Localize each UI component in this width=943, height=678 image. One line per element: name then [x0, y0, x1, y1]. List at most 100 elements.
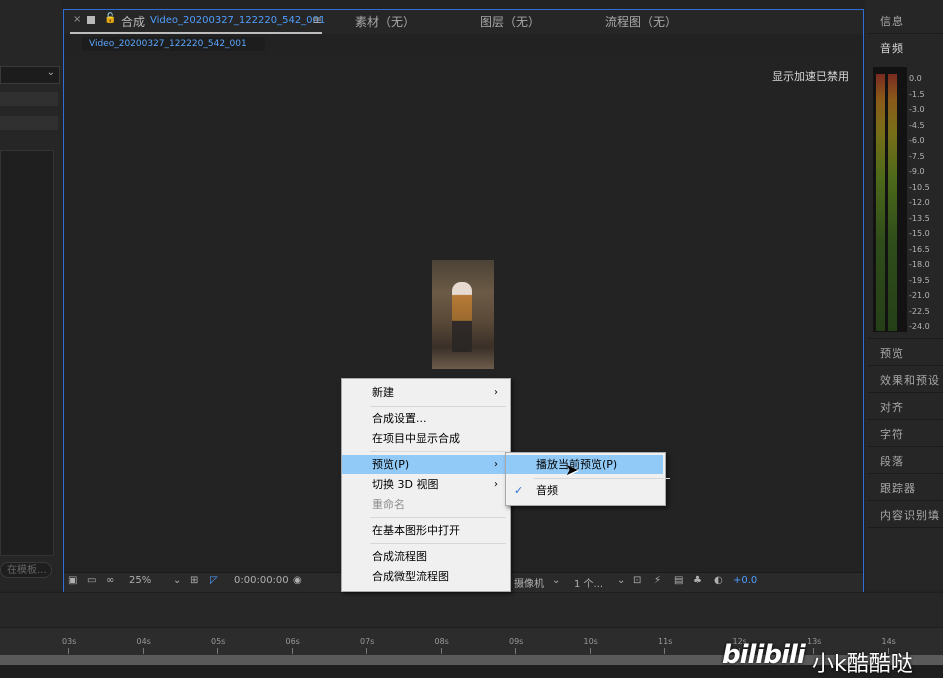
ruler-label: 05s — [211, 637, 226, 646]
project-bar — [0, 116, 58, 130]
accel-status: 显示加速已禁用 — [772, 70, 849, 83]
panel-audio[interactable]: 音频 — [880, 40, 904, 56]
ruler-tick — [515, 648, 516, 654]
db-tick-label: -22.5 — [909, 306, 930, 316]
menu-item-new[interactable]: 新建 › — [342, 383, 508, 402]
db-tick-label: -4.5 — [909, 120, 925, 130]
db-tick-label: -18.0 — [909, 260, 930, 269]
db-tick-label: -21.0 — [909, 291, 930, 300]
tab-composition-label: 合成 — [121, 15, 146, 29]
db-tick-label: -6.0 — [909, 136, 925, 145]
ruler-label: 14s — [881, 637, 896, 646]
menu-item-rename: 重命名 — [372, 498, 405, 511]
chevron-right-icon: › — [494, 459, 498, 470]
panel-info[interactable]: 信息 — [880, 13, 904, 29]
ruler-label: 06s — [285, 637, 300, 646]
chevron-down-icon[interactable]: ⌄ — [552, 575, 560, 586]
region-icon[interactable]: ◸ — [210, 575, 218, 586]
db-tick-label: -24.0 — [909, 322, 930, 331]
flowchart-icon[interactable]: ♣ — [693, 575, 702, 586]
exposure-icon[interactable]: ◐ — [714, 575, 723, 586]
menu-item-comp-settings[interactable]: 合成设置... — [342, 409, 508, 428]
always-preview-icon[interactable]: ▣ — [68, 575, 77, 586]
chevron-down-icon[interactable]: ⌄ — [173, 575, 181, 586]
panel-align[interactable]: 对齐 — [880, 399, 904, 415]
grid-icon[interactable]: ⊞ — [190, 575, 198, 586]
lock-icon[interactable]: 🔓 — [104, 13, 116, 24]
ruler-label: 07s — [360, 637, 375, 646]
watermark-author: 小k酷酷哒 — [812, 652, 913, 677]
ruler-tick — [589, 648, 591, 654]
db-tick-label: -3.0 — [909, 105, 925, 114]
comp-subtab[interactable]: Video_20200327_122220_542_001 — [82, 37, 265, 51]
monitor-icon[interactable]: ▭ — [87, 575, 96, 586]
db-tick-label: -9.0 — [909, 167, 925, 176]
template-search-input[interactable]: 在模板... — [0, 562, 52, 578]
db-tick-label: -7.5 — [909, 151, 925, 161]
menu-separator — [370, 451, 506, 452]
db-tick-label: 0.0 — [909, 74, 922, 83]
divider — [868, 392, 943, 393]
tab-footage[interactable]: 素材（无） — [355, 13, 415, 30]
fast-preview-icon[interactable]: ⚡ — [654, 575, 661, 586]
tab-composition-name[interactable]: Video_20200327_122220_542_001 — [150, 15, 325, 26]
project-dropdown[interactable]: ⌄ — [0, 66, 60, 84]
panel-character[interactable]: 字符 — [880, 426, 904, 442]
views-select[interactable]: 1 个... — [574, 575, 603, 590]
mouse-cursor-icon: ➤ — [565, 460, 579, 479]
divider — [868, 33, 943, 34]
menu-item-label: 切换 3D 视图 — [372, 478, 439, 491]
panel-tracker[interactable]: 跟踪器 — [880, 480, 916, 496]
ruler-tick — [664, 648, 665, 654]
menu-separator — [370, 517, 506, 518]
divider — [868, 365, 943, 366]
preview-submenu: 播放当前预览(P) ✓ 音频 — [505, 452, 670, 506]
chevron-down-icon[interactable]: ⌄ — [617, 575, 625, 586]
camera-snapshot-icon[interactable]: ◉ — [293, 575, 302, 586]
toggle-transparency-icon[interactable]: ⊡ — [633, 575, 641, 586]
timecode[interactable]: 0:00:00:00 — [234, 575, 289, 586]
menu-item-reveal-in-project[interactable]: 在项目中显示合成 — [342, 429, 508, 448]
project-list — [0, 150, 54, 556]
ruler-label: 13s — [807, 637, 822, 646]
menu-separator — [370, 406, 506, 407]
divider — [868, 500, 943, 501]
ruler-tick — [440, 648, 442, 654]
menu-item-comp-mini-flowchart[interactable]: 合成微型流程图 — [342, 567, 508, 586]
audio-meter-left — [876, 74, 885, 331]
ruler-label: 11s — [658, 637, 673, 646]
mask-view-icon[interactable]: ∞ — [106, 575, 114, 586]
exposure-value[interactable]: +0.0 — [733, 575, 757, 586]
panel-preview[interactable]: 预览 — [880, 345, 904, 361]
db-tick-label: -16.5 — [909, 244, 930, 254]
tab-layer[interactable]: 图层（无） — [480, 13, 540, 30]
ruler-label: 04s — [136, 637, 151, 646]
menu-item-switch-3d-view[interactable]: 切换 3D 视图 › — [342, 475, 508, 494]
panel-content-aware-fill[interactable]: 内容识别填 — [880, 507, 940, 523]
menu-item-comp-flowchart[interactable]: 合成流程图 — [342, 547, 508, 566]
menu-item-open-essential-graphics[interactable]: 在基本图形中打开 — [342, 521, 508, 540]
chevron-down-icon: ⌄ — [46, 67, 55, 78]
menu-item-label: 新建 — [372, 386, 394, 399]
divider — [868, 473, 943, 474]
db-tick-label: -19.5 — [909, 275, 930, 285]
menu-item-audio[interactable]: ✓ 音频 — [506, 481, 663, 500]
db-tick-label: -13.5 — [909, 213, 930, 223]
menu-item-label: 音频 — [536, 484, 558, 497]
panel-menu-icon[interactable]: ≡ — [312, 13, 322, 27]
tab-flowchart[interactable]: 流程图（无） — [605, 13, 677, 30]
ruler-label: 03s — [62, 637, 77, 646]
panel-effects-presets[interactable]: 效果和预设 — [880, 372, 940, 388]
ruler-tick — [366, 648, 367, 654]
menu-item-preview[interactable]: 预览(P) › — [342, 455, 508, 474]
panel-paragraph[interactable]: 段落 — [880, 453, 904, 469]
context-menu: 新建 › 合成设置... 在项目中显示合成 预览(P) › 切换 3D 视图 › 重命… — [341, 378, 511, 592]
divider — [868, 527, 943, 528]
timeline-icon[interactable]: ▤ — [674, 575, 683, 586]
zoom-select[interactable]: 25% — [129, 575, 151, 586]
menu-item-play-current-preview[interactable]: 播放当前预览(P) — [506, 455, 663, 474]
divider — [868, 446, 943, 447]
close-icon[interactable]: × — [73, 14, 81, 25]
camera-select[interactable]: 摄像机 — [514, 575, 544, 590]
divider — [868, 338, 943, 339]
